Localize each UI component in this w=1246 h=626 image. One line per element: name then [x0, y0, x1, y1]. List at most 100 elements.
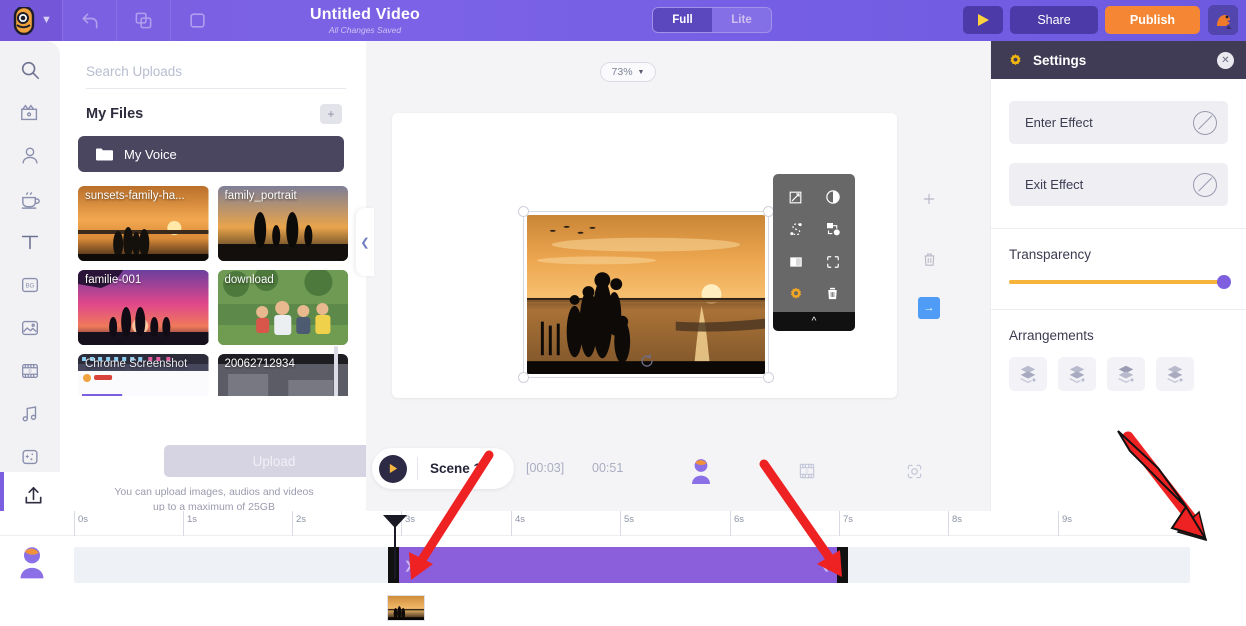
- animate-path-button[interactable]: [777, 213, 814, 245]
- fit-frame-button[interactable]: [814, 246, 851, 278]
- resize-handle-bottom-right[interactable]: [763, 372, 774, 383]
- list-item[interactable]: download: [218, 270, 349, 345]
- sidebar-item-character[interactable]: [10, 139, 50, 173]
- sidebar-item-text[interactable]: [10, 225, 50, 259]
- uploads-panel: My Files + My Voice sunsets-family-ha...: [62, 41, 366, 511]
- sidebar-item-props[interactable]: [10, 182, 50, 216]
- user-avatar[interactable]: [1208, 5, 1238, 35]
- undo-icon: [80, 11, 100, 31]
- document-title-block[interactable]: Untitled Video All Changes Saved: [250, 6, 480, 35]
- undo-button[interactable]: [62, 0, 116, 41]
- folder-my-voice[interactable]: My Voice: [78, 136, 344, 172]
- contrast-button[interactable]: [814, 181, 851, 213]
- sidebar-item-video[interactable]: D: [10, 354, 50, 388]
- panel-collapse-button[interactable]: ❮: [356, 208, 374, 276]
- canvas-stage: ❮ 73% ▼: [366, 41, 990, 511]
- share-button[interactable]: Share: [1010, 6, 1098, 34]
- ruler-label: 0s: [78, 514, 88, 525]
- character-track-avatar[interactable]: [16, 545, 48, 579]
- files-title: My Files: [86, 106, 143, 122]
- settings-close-button[interactable]: ✕: [1217, 52, 1234, 69]
- resize-handle-top-left[interactable]: [518, 206, 529, 217]
- duplicate-button[interactable]: [116, 0, 170, 41]
- sidebar-item-music[interactable]: [10, 397, 50, 431]
- search-input[interactable]: [86, 64, 346, 89]
- svg-text:D: D: [28, 369, 31, 374]
- timeline-ruler[interactable]: 0s 1s 2s 3s 4s 5s 6s 7s 8s 9s: [0, 511, 1190, 536]
- add-object-button[interactable]: [909, 181, 949, 217]
- transparency-label: Transparency: [991, 229, 1246, 262]
- logo-button[interactable]: ▼: [0, 0, 62, 41]
- owl-logo-icon: [10, 7, 38, 35]
- slider-track: [1009, 280, 1228, 284]
- redo-button[interactable]: [170, 0, 224, 41]
- list-item[interactable]: familie-001: [78, 270, 209, 345]
- mode-option-full[interactable]: Full: [653, 8, 712, 32]
- float-toolbar-collapse[interactable]: ^: [773, 312, 855, 331]
- apply-to-scene-button[interactable]: →: [918, 297, 940, 319]
- bring-to-front-icon: [1017, 363, 1039, 385]
- delete-object-button[interactable]: [909, 241, 949, 277]
- ruler-label: 5s: [624, 514, 634, 525]
- timeline-playhead[interactable]: [394, 517, 396, 579]
- chevron-up-icon: ^: [812, 316, 817, 327]
- replace-button[interactable]: [814, 213, 851, 245]
- upload-button[interactable]: Upload: [164, 445, 384, 477]
- strip-focus-button[interactable]: [897, 454, 931, 488]
- list-item[interactable]: family_portrait: [218, 186, 349, 261]
- strip-character-button[interactable]: [684, 454, 718, 488]
- add-icon: [921, 191, 937, 207]
- list-item[interactable]: Chrome Screenshot: [78, 354, 209, 396]
- object-float-toolbar: ^: [773, 174, 855, 331]
- scene-current-time: [00:03]: [526, 461, 564, 475]
- sidebar-item-background[interactable]: BG: [10, 268, 50, 302]
- publish-button[interactable]: Publish: [1105, 6, 1200, 34]
- scene-play-button[interactable]: [379, 455, 407, 483]
- clip-thumbnail[interactable]: [387, 595, 425, 621]
- trash-icon: [824, 285, 841, 302]
- canvas-zoom-value: 73%: [612, 66, 633, 78]
- list-item[interactable]: 20062712934 00:09 Sec: [218, 354, 349, 396]
- preview-play-button[interactable]: [963, 6, 1003, 34]
- svg-text:BG: BG: [26, 283, 35, 289]
- list-item[interactable]: sunsets-family-ha...: [78, 186, 209, 261]
- ruler-tick: 4s: [511, 511, 512, 536]
- canvas-zoom-control[interactable]: 73% ▼: [600, 62, 656, 82]
- send-backward-button[interactable]: [1107, 357, 1145, 391]
- mode-toggle[interactable]: Full Lite: [652, 7, 772, 33]
- crop-button[interactable]: [777, 181, 814, 213]
- scene-selector[interactable]: Scene 1: [372, 448, 514, 489]
- redo-icon: [188, 11, 207, 30]
- exit-effect-row[interactable]: Exit Effect: [1009, 163, 1228, 206]
- enter-effect-row[interactable]: Enter Effect: [1009, 101, 1228, 144]
- timeline-clip[interactable]: ❯ ❮: [388, 547, 848, 583]
- clip-trim-handle-right[interactable]: [837, 547, 848, 583]
- add-folder-button[interactable]: +: [320, 104, 342, 124]
- trash-icon: [921, 251, 938, 268]
- ruler-label: 2s: [296, 514, 306, 525]
- transparency-slider[interactable]: [1009, 275, 1228, 289]
- slider-knob[interactable]: [1217, 275, 1231, 289]
- folder-label: My Voice: [124, 147, 177, 162]
- bring-to-front-button[interactable]: [1009, 357, 1047, 391]
- arrangements-label: Arrangements: [991, 310, 1246, 343]
- split-button[interactable]: [777, 246, 814, 278]
- panel-scrollbar[interactable]: [334, 346, 338, 396]
- object-delete-button[interactable]: [814, 278, 851, 310]
- gear-icon: [787, 285, 805, 303]
- sidebar-item-scenes[interactable]: [10, 96, 50, 130]
- send-to-back-button[interactable]: [1156, 357, 1194, 391]
- sidebar-item-effects[interactable]: [10, 440, 50, 474]
- upload-icon: [22, 484, 45, 507]
- bring-forward-button[interactable]: [1058, 357, 1096, 391]
- character-icon: [19, 145, 41, 167]
- object-settings-button[interactable]: [777, 278, 814, 310]
- mode-option-lite[interactable]: Lite: [712, 8, 771, 32]
- scenes-icon: [19, 102, 41, 124]
- bring-forward-icon: [1066, 363, 1088, 385]
- resize-handle-bottom-left[interactable]: [518, 372, 529, 383]
- strip-video-button[interactable]: D: [790, 454, 824, 488]
- rotate-handle[interactable]: [637, 351, 657, 371]
- sidebar-item-search[interactable]: [10, 53, 50, 87]
- sidebar-item-image[interactable]: [10, 311, 50, 345]
